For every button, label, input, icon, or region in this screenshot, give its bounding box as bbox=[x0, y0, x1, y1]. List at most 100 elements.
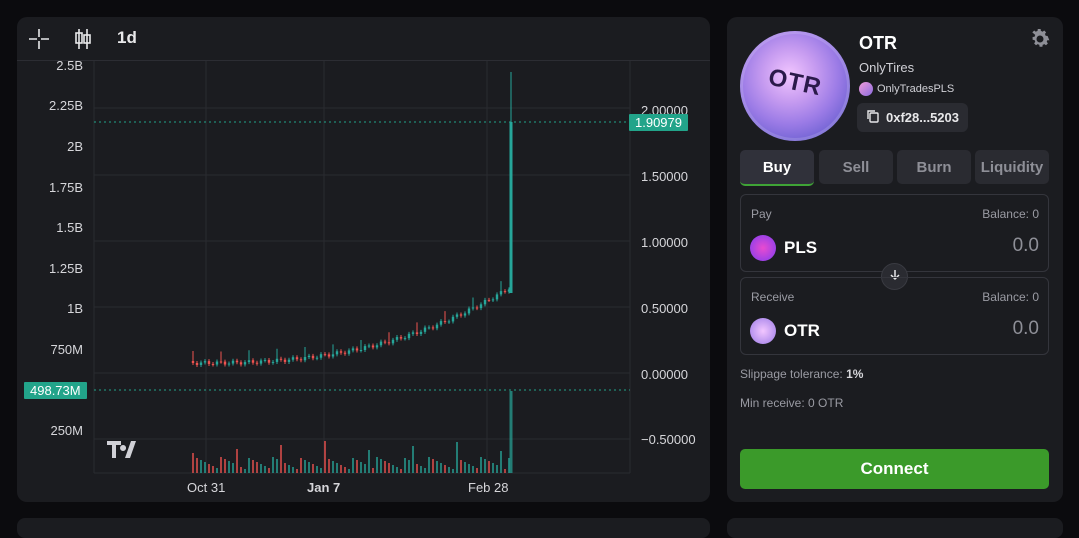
volume-bar bbox=[476, 468, 478, 473]
candle-body bbox=[191, 361, 195, 363]
tab-burn[interactable]: Burn bbox=[897, 150, 971, 184]
price-chart[interactable]: 2.5B 2.25B 2B 1.75B 1.5B 1.25B 1B 750M 2… bbox=[17, 58, 710, 502]
volume-bar bbox=[468, 464, 470, 473]
volume-bar bbox=[192, 453, 194, 473]
chart-panel: 1d 2.5B 2.25B 2B 1.75B 1.5B 1.25B 1B 750… bbox=[17, 17, 710, 502]
candle-body bbox=[279, 358, 283, 360]
candle-body bbox=[439, 321, 443, 325]
candle-body bbox=[423, 327, 427, 332]
pay-amount-input[interactable]: 0.0 bbox=[1013, 235, 1039, 257]
candle-body bbox=[431, 327, 435, 329]
volume-bar bbox=[296, 469, 298, 473]
tab-liquidity[interactable]: Liquidity bbox=[975, 150, 1049, 184]
right-axis-label: 0.50000 bbox=[641, 301, 688, 316]
candle-body bbox=[495, 294, 499, 300]
volume-bar bbox=[372, 468, 374, 473]
volume-bar bbox=[432, 459, 434, 473]
volume-bar bbox=[384, 461, 386, 473]
candle-body bbox=[443, 321, 447, 323]
volume-bar bbox=[204, 462, 206, 473]
lower-panel-edge bbox=[727, 518, 1063, 538]
swap-panel: OTR OTR OnlyTires OnlyTradesPLS 0xf28...… bbox=[727, 17, 1063, 502]
tab-buy[interactable]: Buy bbox=[740, 150, 814, 186]
interval-button[interactable]: 1d bbox=[117, 28, 137, 48]
pay-token: PLS bbox=[784, 238, 818, 257]
volume-bar bbox=[304, 460, 306, 473]
volume-bar bbox=[212, 466, 214, 473]
left-axis-label: 1.75B bbox=[49, 180, 83, 195]
candle-body bbox=[283, 359, 287, 362]
x-axis-label: Oct 31 bbox=[187, 480, 226, 495]
volume-bar bbox=[196, 458, 198, 473]
volume-bar bbox=[412, 446, 414, 473]
candle-body bbox=[491, 299, 495, 301]
candle-body bbox=[343, 352, 347, 354]
token-avatar: OTR bbox=[740, 31, 850, 141]
volume-bar bbox=[264, 466, 266, 473]
volume-bar bbox=[288, 465, 290, 473]
candle-body bbox=[239, 362, 243, 365]
min-receive: Min receive: 0 OTR bbox=[740, 396, 844, 410]
connect-button[interactable]: Connect bbox=[740, 449, 1049, 489]
pay-box: Pay Balance: 0 PLS 0.0 bbox=[740, 194, 1049, 272]
volume-bar bbox=[484, 459, 486, 473]
volume-bar bbox=[488, 461, 490, 473]
candle-body bbox=[359, 350, 363, 352]
right-axis-label: 0.00000 bbox=[641, 367, 688, 382]
tab-sell[interactable]: Sell bbox=[819, 150, 893, 184]
candle-body bbox=[367, 345, 371, 347]
x-axis-label: Feb 28 bbox=[468, 480, 509, 495]
candle-body bbox=[223, 361, 227, 365]
candle-body bbox=[267, 359, 271, 363]
volume-bar bbox=[292, 467, 294, 473]
volume-bar bbox=[272, 457, 274, 473]
volume-bar bbox=[232, 463, 234, 473]
candle-body bbox=[307, 355, 311, 358]
candle-body bbox=[407, 333, 411, 339]
volume-bar bbox=[268, 468, 270, 473]
volume-bar bbox=[316, 466, 318, 473]
right-axis-label: −0.50000 bbox=[641, 432, 696, 447]
candle-body bbox=[303, 357, 307, 361]
volume-bar bbox=[236, 449, 238, 473]
right-axis-label: 1.50000 bbox=[641, 169, 688, 184]
slippage-value: 1% bbox=[846, 367, 864, 381]
left-axis-label: 2.5B bbox=[56, 58, 83, 73]
receive-token-selector[interactable]: OTR bbox=[750, 318, 820, 344]
candle-body bbox=[287, 359, 291, 362]
volume-bar bbox=[420, 466, 422, 473]
volume-bar bbox=[396, 467, 398, 473]
candlestick-icon[interactable] bbox=[71, 27, 95, 51]
candle-body bbox=[351, 348, 355, 351]
volume-bar bbox=[252, 460, 254, 473]
receive-token: OTR bbox=[784, 321, 820, 340]
token-handle[interactable]: OnlyTradesPLS bbox=[859, 82, 954, 96]
pay-token-selector[interactable]: PLS bbox=[750, 235, 817, 261]
pay-balance: Balance: 0 bbox=[982, 207, 1039, 221]
candle-body bbox=[311, 355, 315, 359]
candle-body bbox=[255, 362, 259, 364]
left-axis-label: 1B bbox=[67, 301, 83, 316]
candle-body bbox=[195, 363, 199, 365]
candle-body bbox=[467, 308, 471, 314]
volume-bar bbox=[472, 466, 474, 473]
volume-bar bbox=[496, 465, 498, 473]
crosshair-icon[interactable] bbox=[27, 27, 51, 51]
volume-bar bbox=[424, 468, 426, 473]
candle-body bbox=[387, 342, 391, 344]
volume-bar bbox=[312, 464, 314, 473]
candle-body bbox=[499, 291, 503, 295]
candle-body bbox=[291, 357, 295, 360]
candle-body bbox=[503, 291, 507, 293]
candle-body bbox=[203, 361, 207, 363]
candle-body bbox=[331, 354, 335, 357]
volume-bar bbox=[280, 445, 282, 473]
receive-balance: Balance: 0 bbox=[982, 290, 1039, 304]
copy-address-button[interactable]: 0xf28...5203 bbox=[857, 103, 968, 132]
gear-icon[interactable] bbox=[1028, 27, 1052, 51]
candle-body bbox=[215, 361, 219, 365]
volume-bar bbox=[240, 467, 242, 473]
candle-body bbox=[483, 299, 487, 305]
candle-body bbox=[323, 354, 327, 356]
candle-body bbox=[363, 346, 367, 351]
